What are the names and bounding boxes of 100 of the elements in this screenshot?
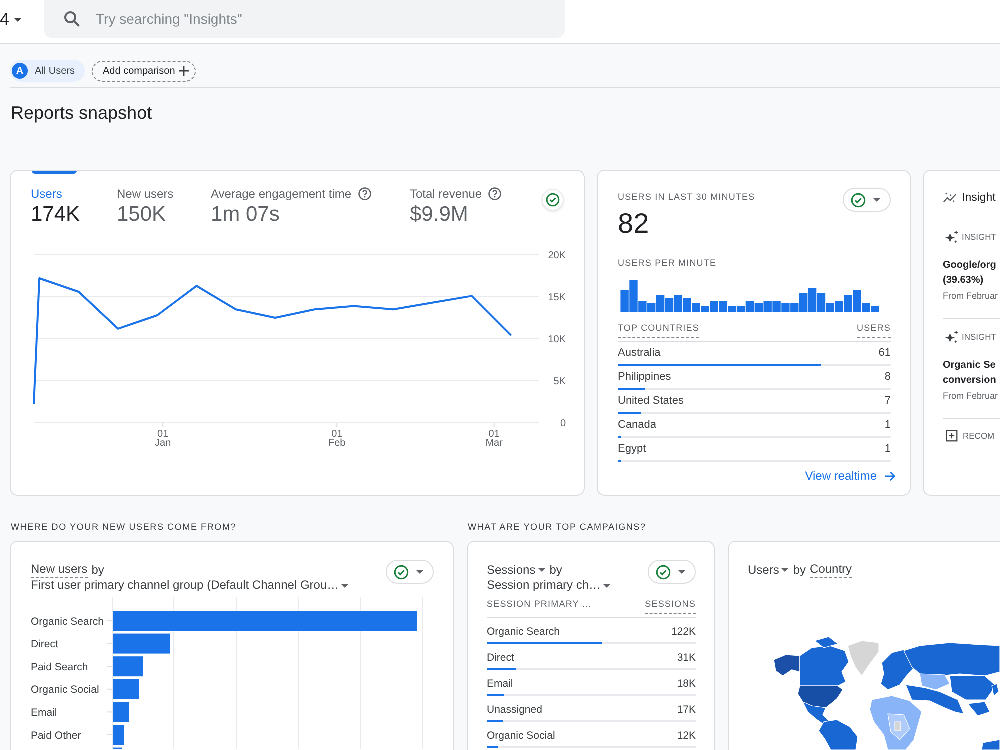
- metric-selector[interactable]: New users: [31, 562, 88, 578]
- insight-label: INSIGHT: [962, 231, 996, 244]
- dimension-selector[interactable]: Country: [810, 562, 852, 578]
- insight-label: INSIGHT: [962, 331, 996, 344]
- channel-label: Paid Other: [31, 730, 82, 742]
- channel-bar: [113, 634, 170, 654]
- sparkle-icon: [945, 330, 959, 344]
- property-selector[interactable]: 4: [0, 0, 30, 40]
- channel-name: Organic Search: [487, 625, 560, 640]
- metric-tab[interactable]: Average engagement time 1m 07s: [211, 171, 410, 228]
- channel-bar: [113, 656, 143, 677]
- user-count: 8: [884, 370, 891, 385]
- channel-bar: [113, 702, 129, 722]
- check-circle-icon: [394, 564, 409, 580]
- country-name: Egypt: [618, 442, 646, 457]
- session-count: 17K: [677, 703, 696, 718]
- channel-name: Email: [487, 677, 514, 692]
- column-header: TOP COUNTRIES: [618, 321, 700, 338]
- active-users-count: 82: [618, 208, 650, 240]
- channel-name: Unassigned: [487, 703, 542, 718]
- section-heading: WHAT ARE YOUR TOP CAMPAIGNS?: [468, 521, 648, 534]
- recommendations-label: RECOM: [963, 430, 995, 443]
- metric-selector[interactable]: Sessions: [487, 562, 546, 578]
- channel-name: Direct: [487, 651, 514, 666]
- connector-label: by: [92, 562, 104, 578]
- add-comparison-button[interactable]: Add comparison: [92, 60, 196, 82]
- user-count: 1: [884, 418, 891, 433]
- session-count: 122K: [671, 625, 696, 640]
- insights-title: Insight: [962, 191, 996, 205]
- user-count: 1: [884, 442, 891, 457]
- section-heading: WHERE DO YOUR NEW USERS COME FROM?: [11, 521, 238, 534]
- check-circle-icon: [656, 564, 671, 580]
- column-header: USERS: [856, 321, 891, 338]
- y-axis-label: 0: [560, 418, 566, 430]
- segment-avatar: A: [12, 63, 28, 79]
- search-icon: [64, 11, 80, 27]
- minute-bar: [665, 298, 674, 312]
- session-count: 12K: [677, 729, 696, 744]
- metric-tab[interactable]: Users 174K: [31, 171, 117, 228]
- channel-name: Organic Social: [487, 729, 556, 744]
- arrow-right-icon: [885, 470, 896, 482]
- caret-icon: [603, 584, 612, 588]
- sparkle-icon: [945, 230, 959, 244]
- insight-headline[interactable]: Google/org (39.63%): [943, 258, 1000, 288]
- session-count: 31K: [677, 651, 696, 666]
- page-title: Reports snapshot: [11, 102, 154, 125]
- caret-icon: [678, 570, 686, 574]
- caret-icon: [416, 570, 424, 574]
- search-field[interactable]: Try searching "Insights": [44, 0, 565, 38]
- minute-bar: [782, 303, 790, 312]
- country-name: Australia: [618, 346, 661, 361]
- trend-line-icon: [943, 192, 957, 204]
- dimension-selector[interactable]: First user primary channel group (Default Channel Grou…: [31, 578, 350, 593]
- minute-bar: [808, 288, 817, 312]
- caret-icon: [341, 584, 350, 588]
- insight-headline[interactable]: Organic Se conversion: [943, 358, 1000, 388]
- metric-tab[interactable]: New users 150K: [117, 171, 211, 228]
- channel-label: Organic Search: [31, 616, 104, 628]
- minute-bar: [674, 295, 683, 312]
- metric-selector[interactable]: Users: [748, 562, 790, 578]
- channel-label: Organic Social: [31, 684, 100, 696]
- dimension-selector[interactable]: Session primary ch…: [487, 578, 612, 593]
- channel-label: Direct: [31, 638, 58, 651]
- country-name: United States: [618, 394, 684, 409]
- caret-icon: [873, 198, 881, 202]
- channel-bar: [113, 725, 124, 745]
- y-axis-label: 10K: [548, 334, 566, 346]
- column-header: SESSION PRIMARY …: [487, 598, 592, 611]
- x-axis-label: 01 Mar: [486, 429, 503, 449]
- y-axis-label: 20K: [548, 250, 566, 262]
- caret-icon: [14, 18, 22, 22]
- view-realtime-link[interactable]: View realtime: [805, 468, 896, 484]
- segment-chip[interactable]: A All Users: [10, 60, 86, 82]
- status-dropdown[interactable]: [648, 560, 696, 584]
- connector-label: by: [550, 562, 562, 578]
- user-count: 7: [884, 394, 891, 409]
- channel-label: Email: [31, 707, 58, 719]
- minute-bar: [772, 301, 781, 312]
- plus-box-icon: [946, 430, 958, 442]
- session-count: 18K: [677, 677, 696, 692]
- caret-icon: [538, 568, 546, 572]
- minute-bar: [754, 303, 763, 312]
- metric-tab[interactable]: Total revenue $9.9M: [410, 171, 542, 228]
- status-dropdown[interactable]: [386, 560, 434, 584]
- check-circle-icon: [851, 192, 866, 208]
- caret-icon: [781, 568, 790, 572]
- x-axis-label: 01 Feb: [328, 429, 346, 449]
- status-button[interactable]: [542, 189, 564, 211]
- x-axis-label: 01 Jan: [155, 429, 172, 449]
- check-circle-icon: [546, 193, 560, 207]
- connector-label: by: [793, 562, 806, 578]
- country-name: Philippines: [618, 370, 672, 385]
- channel-label: Paid Search: [31, 661, 88, 674]
- y-axis-label: 5K: [554, 376, 566, 388]
- country-name: Canada: [618, 418, 657, 433]
- status-dropdown[interactable]: [843, 188, 891, 212]
- y-axis-label: 15K: [548, 292, 566, 304]
- per-minute-title: USERS PER MINUTE: [618, 257, 718, 270]
- user-count: 61: [878, 346, 891, 361]
- realtime-title: USERS IN LAST 30 MINUTES: [618, 191, 756, 204]
